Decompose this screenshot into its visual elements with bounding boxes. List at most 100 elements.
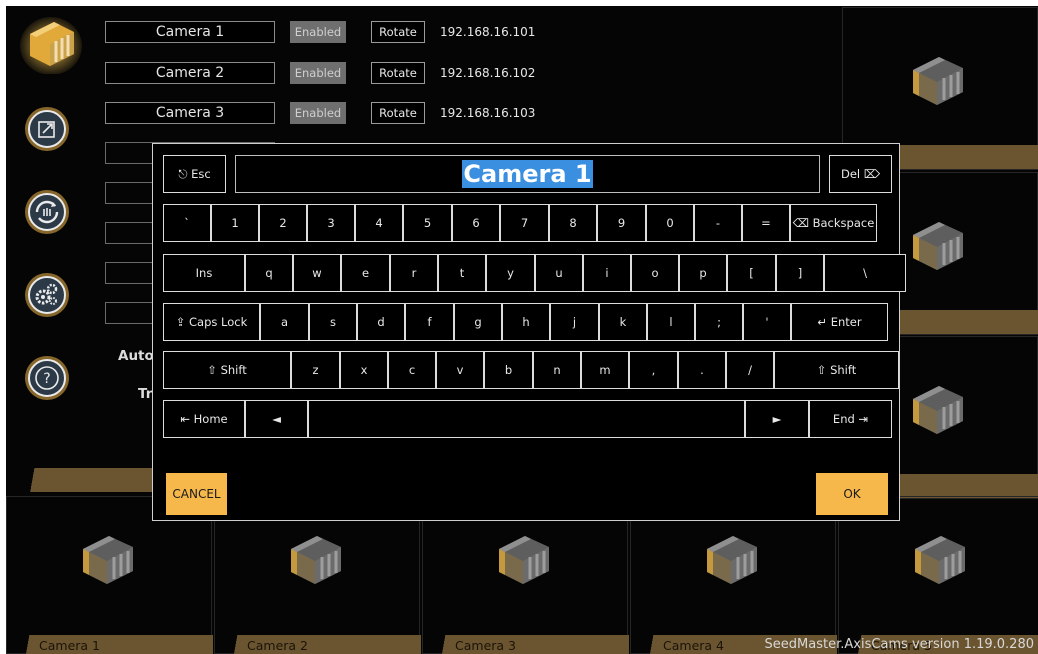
arrow-left-key[interactable]: ◄ <box>245 400 308 438</box>
rotate-button[interactable]: Rotate <box>371 102 425 124</box>
help-button[interactable]: ? <box>24 355 70 401</box>
key[interactable]: b <box>484 351 533 389</box>
rotate-button[interactable]: Rotate <box>371 62 425 84</box>
app-window: ? Camera 1 Enabled Rotate 192.168.16.101… <box>6 6 1038 654</box>
key[interactable]: k <box>599 303 647 341</box>
key[interactable]: o <box>631 254 679 292</box>
key[interactable]: p <box>679 254 727 292</box>
camera-ip: 192.168.16.103 <box>440 106 536 120</box>
auto-setting-label: Auto <box>118 348 154 364</box>
cancel-button[interactable]: CANCEL <box>166 473 227 515</box>
expand-button[interactable] <box>24 106 70 152</box>
key[interactable]: ] <box>776 254 824 292</box>
selected-text: Camera 1 <box>462 160 593 188</box>
key[interactable]: q <box>245 254 293 292</box>
key[interactable]: s <box>309 303 357 341</box>
backspace-key[interactable]: ⌫ Backspace <box>790 204 877 242</box>
tr-setting-label: Tr <box>138 386 153 402</box>
key[interactable]: 1 <box>211 204 259 242</box>
camera-placeholder-logo <box>905 213 971 281</box>
key[interactable]: = <box>742 204 790 242</box>
keyboard-text-field[interactable]: Camera 1 <box>235 155 820 193</box>
arrow-right-key[interactable]: ► <box>745 400 809 438</box>
expand-icon <box>25 107 69 151</box>
key[interactable]: h <box>502 303 550 341</box>
key[interactable]: / <box>726 351 774 389</box>
shift-key[interactable]: ⇧ Shift <box>163 351 291 389</box>
camera-name-field[interactable]: Camera 3 <box>105 102 275 124</box>
key[interactable]: 6 <box>452 204 500 242</box>
key[interactable]: \ <box>824 254 906 292</box>
enter-key[interactable]: ↵ Enter <box>791 303 888 341</box>
key[interactable]: - <box>694 204 742 242</box>
settings-button[interactable] <box>24 272 70 318</box>
camera-tile-label: Camera 3 <box>455 638 516 653</box>
ok-button[interactable]: OK <box>816 473 888 515</box>
key[interactable]: l <box>647 303 695 341</box>
key[interactable]: ` <box>163 204 211 242</box>
space-key[interactable] <box>308 400 745 438</box>
help-icon: ? <box>25 356 69 400</box>
key[interactable]: 0 <box>646 204 694 242</box>
onscreen-keyboard: ⎋ Esc Camera 1 Del ⌦ ` 1 2 3 4 5 6 7 8 9 0- = ⌫ Back… <box>152 143 906 521</box>
refresh-icon <box>25 190 69 234</box>
key[interactable]: . <box>678 351 726 389</box>
key[interactable]: ; <box>695 303 743 341</box>
key[interactable]: 3 <box>307 204 355 242</box>
key[interactable]: 4 <box>355 204 403 242</box>
settings-gears-icon <box>25 273 69 317</box>
key[interactable]: v <box>436 351 484 389</box>
tile-label-band <box>423 635 629 654</box>
key[interactable]: e <box>341 254 390 292</box>
key[interactable]: c <box>388 351 436 389</box>
caps-lock-key[interactable]: ⇪ Caps Lock <box>163 303 260 341</box>
key[interactable]: z <box>291 351 340 389</box>
key[interactable]: y <box>486 254 535 292</box>
rotate-button[interactable]: Rotate <box>371 21 425 43</box>
key[interactable]: , <box>629 351 678 389</box>
camera-name-field[interactable]: Camera 2 <box>105 62 275 84</box>
camera-name-field[interactable]: Camera 1 <box>105 21 275 43</box>
esc-key[interactable]: ⎋ Esc <box>163 155 226 193</box>
key[interactable]: n <box>533 351 581 389</box>
key[interactable]: u <box>535 254 583 292</box>
key[interactable]: 5 <box>403 204 452 242</box>
insert-key[interactable]: Ins <box>163 254 245 292</box>
end-key[interactable]: End ⇥ <box>809 400 892 438</box>
tile-label-band <box>7 635 213 654</box>
key[interactable]: [ <box>727 254 776 292</box>
camera-tile-label: Camera 1 <box>39 638 100 653</box>
key[interactable]: ' <box>743 303 791 341</box>
key[interactable]: a <box>260 303 309 341</box>
delete-key[interactable]: Del ⌦ <box>829 155 892 193</box>
key[interactable]: x <box>340 351 388 389</box>
camera-placeholder-logo <box>905 48 971 116</box>
key[interactable]: j <box>550 303 599 341</box>
key[interactable]: m <box>581 351 629 389</box>
camera-tile-label: Camera 4 <box>663 638 724 653</box>
key[interactable]: d <box>357 303 405 341</box>
camera-placeholder-logo <box>905 377 971 445</box>
key[interactable]: w <box>293 254 341 292</box>
shift-key[interactable]: ⇧ Shift <box>774 351 899 389</box>
key[interactable]: 8 <box>549 204 597 242</box>
key[interactable]: 2 <box>259 204 307 242</box>
key[interactable]: g <box>454 303 502 341</box>
camera-placeholder-logo <box>491 527 557 595</box>
enabled-toggle[interactable]: Enabled <box>290 62 346 84</box>
camera-ip: 192.168.16.102 <box>440 66 536 80</box>
key[interactable]: t <box>438 254 486 292</box>
key[interactable]: 9 <box>597 204 646 242</box>
key[interactable]: i <box>583 254 631 292</box>
key[interactable]: f <box>405 303 454 341</box>
key[interactable]: r <box>390 254 438 292</box>
enabled-toggle[interactable]: Enabled <box>290 102 346 124</box>
enabled-toggle[interactable]: Enabled <box>290 21 346 43</box>
camera-placeholder-logo <box>75 527 141 595</box>
tile-label-band <box>215 635 421 654</box>
svg-text:?: ? <box>43 371 50 387</box>
home-key[interactable]: ⇤ Home <box>163 400 245 438</box>
key[interactable]: 7 <box>500 204 549 242</box>
refresh-button[interactable] <box>24 189 70 235</box>
app-logo <box>20 14 82 75</box>
